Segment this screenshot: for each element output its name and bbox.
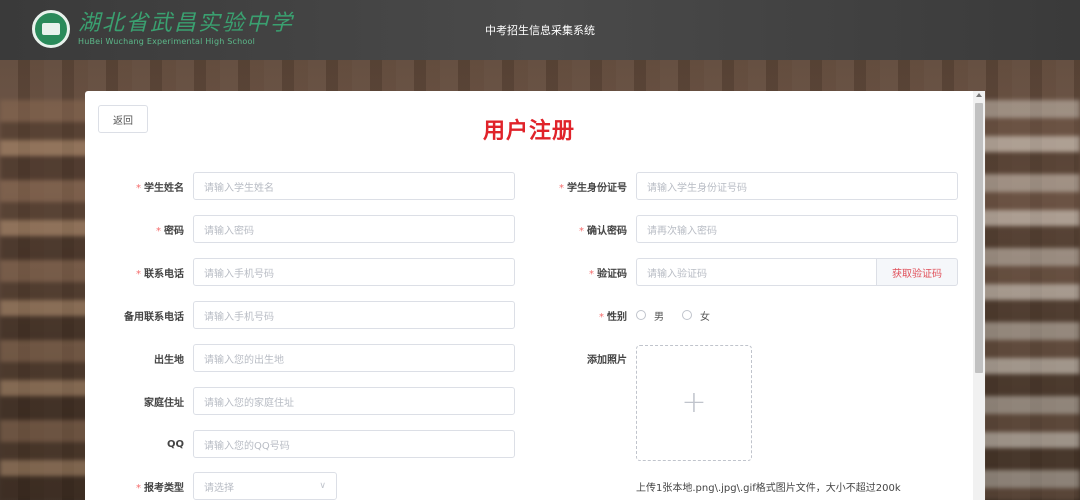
scrollbar[interactable] bbox=[973, 91, 985, 500]
get-code-button[interactable]: 获取验证码 bbox=[876, 258, 958, 286]
scrollbar-thumb[interactable] bbox=[975, 103, 983, 373]
field-label: * 确认密码 bbox=[579, 225, 627, 237]
field-label: * 报考类型 bbox=[136, 482, 184, 494]
form-row-exam-type: * 报考类型 请选择 ∨ bbox=[85, 472, 337, 500]
radio-circle-icon bbox=[636, 310, 646, 320]
form-row-confirm-password: * 确认密码 请再次输入密码 bbox=[85, 215, 958, 243]
confirm-password-input[interactable]: 请再次输入密码 bbox=[636, 215, 958, 243]
field-label: 家庭住址 bbox=[144, 397, 184, 409]
radio-circle-icon bbox=[682, 310, 692, 320]
form-row-qq: QQ 请输入您的QQ号码 bbox=[85, 430, 515, 458]
gender-radio-male[interactable]: 男 bbox=[636, 308, 664, 323]
id-card-input[interactable]: 请输入学生身份证号码 bbox=[636, 172, 958, 200]
verify-code-input[interactable]: 请输入验证码 bbox=[636, 258, 876, 286]
gender-radio-female[interactable]: 女 bbox=[682, 308, 710, 323]
upload-tip: 上传1张本地.png\.jpg\.gif格式图片文件，大小不超过200k bbox=[636, 483, 901, 494]
form-row-photo: 添加照片 bbox=[85, 351, 636, 366]
system-title: 中考招生信息采集系统 bbox=[485, 24, 595, 37]
address-input[interactable]: 请输入您的家庭住址 bbox=[193, 387, 515, 415]
field-label: 添加照片 bbox=[587, 355, 627, 366]
chevron-down-icon: ∨ bbox=[319, 481, 326, 491]
field-label: * 验证码 bbox=[589, 268, 627, 280]
select-placeholder: 请选择 bbox=[204, 482, 234, 494]
exam-type-select[interactable]: 请选择 ∨ bbox=[193, 472, 337, 500]
form-row-gender: * 性别 男 女 bbox=[85, 301, 710, 329]
form-row-address: 家庭住址 请输入您的家庭住址 bbox=[85, 387, 515, 415]
gender-radio-group: 男 女 bbox=[636, 308, 710, 323]
register-panel: 返回 用户注册 * 学生姓名 请输入学生姓名 * 密码 请输入密码 * 联系电话 请输… bbox=[85, 91, 973, 500]
field-label: * 性别 bbox=[599, 311, 627, 323]
form-row-verify-code: * 验证码 请输入验证码 获取验证码 bbox=[85, 258, 958, 286]
plus-icon: + bbox=[681, 385, 707, 420]
qq-input[interactable]: 请输入您的QQ号码 bbox=[193, 430, 515, 458]
top-bar: 湖北省武昌实验中学 HuBei Wuchang Experimental Hig… bbox=[0, 0, 1080, 60]
photo-uploader[interactable]: + bbox=[636, 345, 752, 461]
page-title: 用户注册 bbox=[482, 119, 575, 144]
field-label: * 学生身份证号 bbox=[559, 182, 627, 194]
form-row-id-card: * 学生身份证号 请输入学生身份证号码 bbox=[85, 172, 958, 200]
logo-en-text: HuBei Wuchang Experimental High School bbox=[78, 36, 255, 46]
scroll-up-icon[interactable] bbox=[976, 93, 982, 97]
field-label: QQ bbox=[166, 438, 184, 450]
